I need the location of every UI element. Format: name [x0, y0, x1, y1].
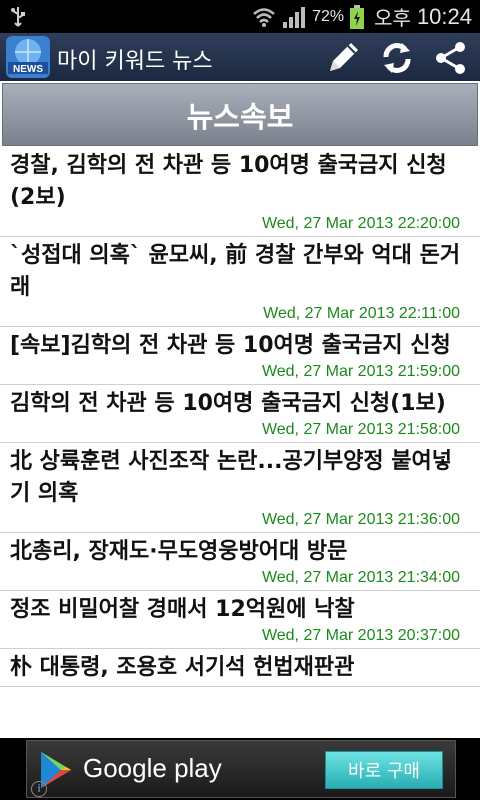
edit-icon[interactable]: [324, 39, 362, 77]
news-title: 정조 비밀어찰 경매서 12억원에 낙찰: [10, 597, 355, 622]
news-date: [10, 684, 470, 686]
news-date: Wed, 27 Mar 2013 22:20:00: [261, 215, 460, 232]
app-logo-icon[interactable]: NEWS: [6, 36, 50, 78]
news-item[interactable]: 朴 대통령, 조용호 서기석 헌법재판관: [0, 649, 480, 687]
news-date: Wed, 27 Mar 2013 20:37:00: [261, 627, 460, 644]
news-title: 北 상륙훈련 사진조작 논란...공기부양정 붙여넣기 의혹: [10, 449, 453, 506]
news-title: 朴 대통령, 조용호 서기석 헌법재판관: [10, 655, 355, 680]
news-item[interactable]: 경찰, 김학의 전 차관 등 10여명 출국금지 신청(2보) Wed, 27 …: [0, 147, 480, 237]
news-title: 경찰, 김학의 전 차관 등 10여명 출국금지 신청(2보): [10, 153, 447, 210]
usb-icon: [11, 7, 25, 27]
app-logo-text: NEWS: [13, 64, 43, 75]
news-item[interactable]: 정조 비밀어찰 경매서 12억원에 낙찰 Wed, 27 Mar 2013 20…: [0, 591, 480, 649]
ad-info-icon[interactable]: i: [31, 781, 47, 797]
news-item[interactable]: 北총리, 장재도·무도영웅방어대 방문 Wed, 27 Mar 2013 21:…: [0, 533, 480, 591]
news-date: Wed, 27 Mar 2013 21:58:00: [261, 421, 460, 438]
signal-icon: [283, 6, 306, 28]
action-bar: NEWS 마이 키워드 뉴스: [0, 33, 480, 81]
ad-bar: Google play 바로 구매 i: [0, 738, 480, 800]
news-item[interactable]: 北 상륙훈련 사진조작 논란...공기부양정 붙여넣기 의혹 Wed, 27 M…: [0, 443, 480, 533]
news-item[interactable]: [속보]김학의 전 차관 등 10여명 출국금지 신청 Wed, 27 Mar …: [0, 327, 480, 385]
section-title: 뉴스속보: [186, 99, 294, 134]
news-date: Wed, 27 Mar 2013 22:11:00: [263, 305, 460, 322]
ad-banner[interactable]: Google play 바로 구매 i: [26, 740, 456, 798]
news-date: Wed, 27 Mar 2013 21:59:00: [261, 363, 460, 380]
status-bar: 72% 오후 10:24: [0, 0, 480, 33]
news-date: Wed, 27 Mar 2013 21:36:00: [261, 511, 460, 528]
ad-store-name: Google play: [83, 753, 222, 783]
news-title: 北총리, 장재도·무도영웅방어대 방문: [10, 539, 348, 564]
clock-ampm: 오후: [374, 8, 411, 30]
wifi-icon: [253, 7, 275, 27]
clock-time: 10:24: [416, 3, 472, 29]
news-title: [속보]김학의 전 차관 등 10여명 출국금지 신청: [10, 333, 451, 358]
news-title: 김학의 전 차관 등 10여명 출국금지 신청(1보): [10, 391, 446, 416]
news-item[interactable]: 김학의 전 차관 등 10여명 출국금지 신청(1보) Wed, 27 Mar …: [0, 385, 480, 443]
battery-icon: [350, 4, 365, 29]
app-title: 마이 키워드 뉴스: [57, 49, 213, 74]
section-header: 뉴스속보: [2, 83, 478, 146]
news-list[interactable]: 경찰, 김학의 전 차관 등 10여명 출국금지 신청(2보) Wed, 27 …: [0, 147, 480, 738]
status-right: 72% 오후 10:24: [252, 0, 472, 33]
share-icon[interactable]: [432, 39, 470, 77]
refresh-icon[interactable]: [378, 39, 416, 77]
news-date: Wed, 27 Mar 2013 21:34:00: [261, 569, 460, 586]
battery-percent: 72%: [312, 7, 345, 25]
news-item[interactable]: `성접대 의혹` 윤모씨, 前 경찰 간부와 억대 돈거래 Wed, 27 Ma…: [0, 237, 480, 327]
buy-now-button[interactable]: 바로 구매: [325, 751, 443, 789]
news-title: `성접대 의혹` 윤모씨, 前 경찰 간부와 억대 돈거래: [10, 243, 461, 300]
